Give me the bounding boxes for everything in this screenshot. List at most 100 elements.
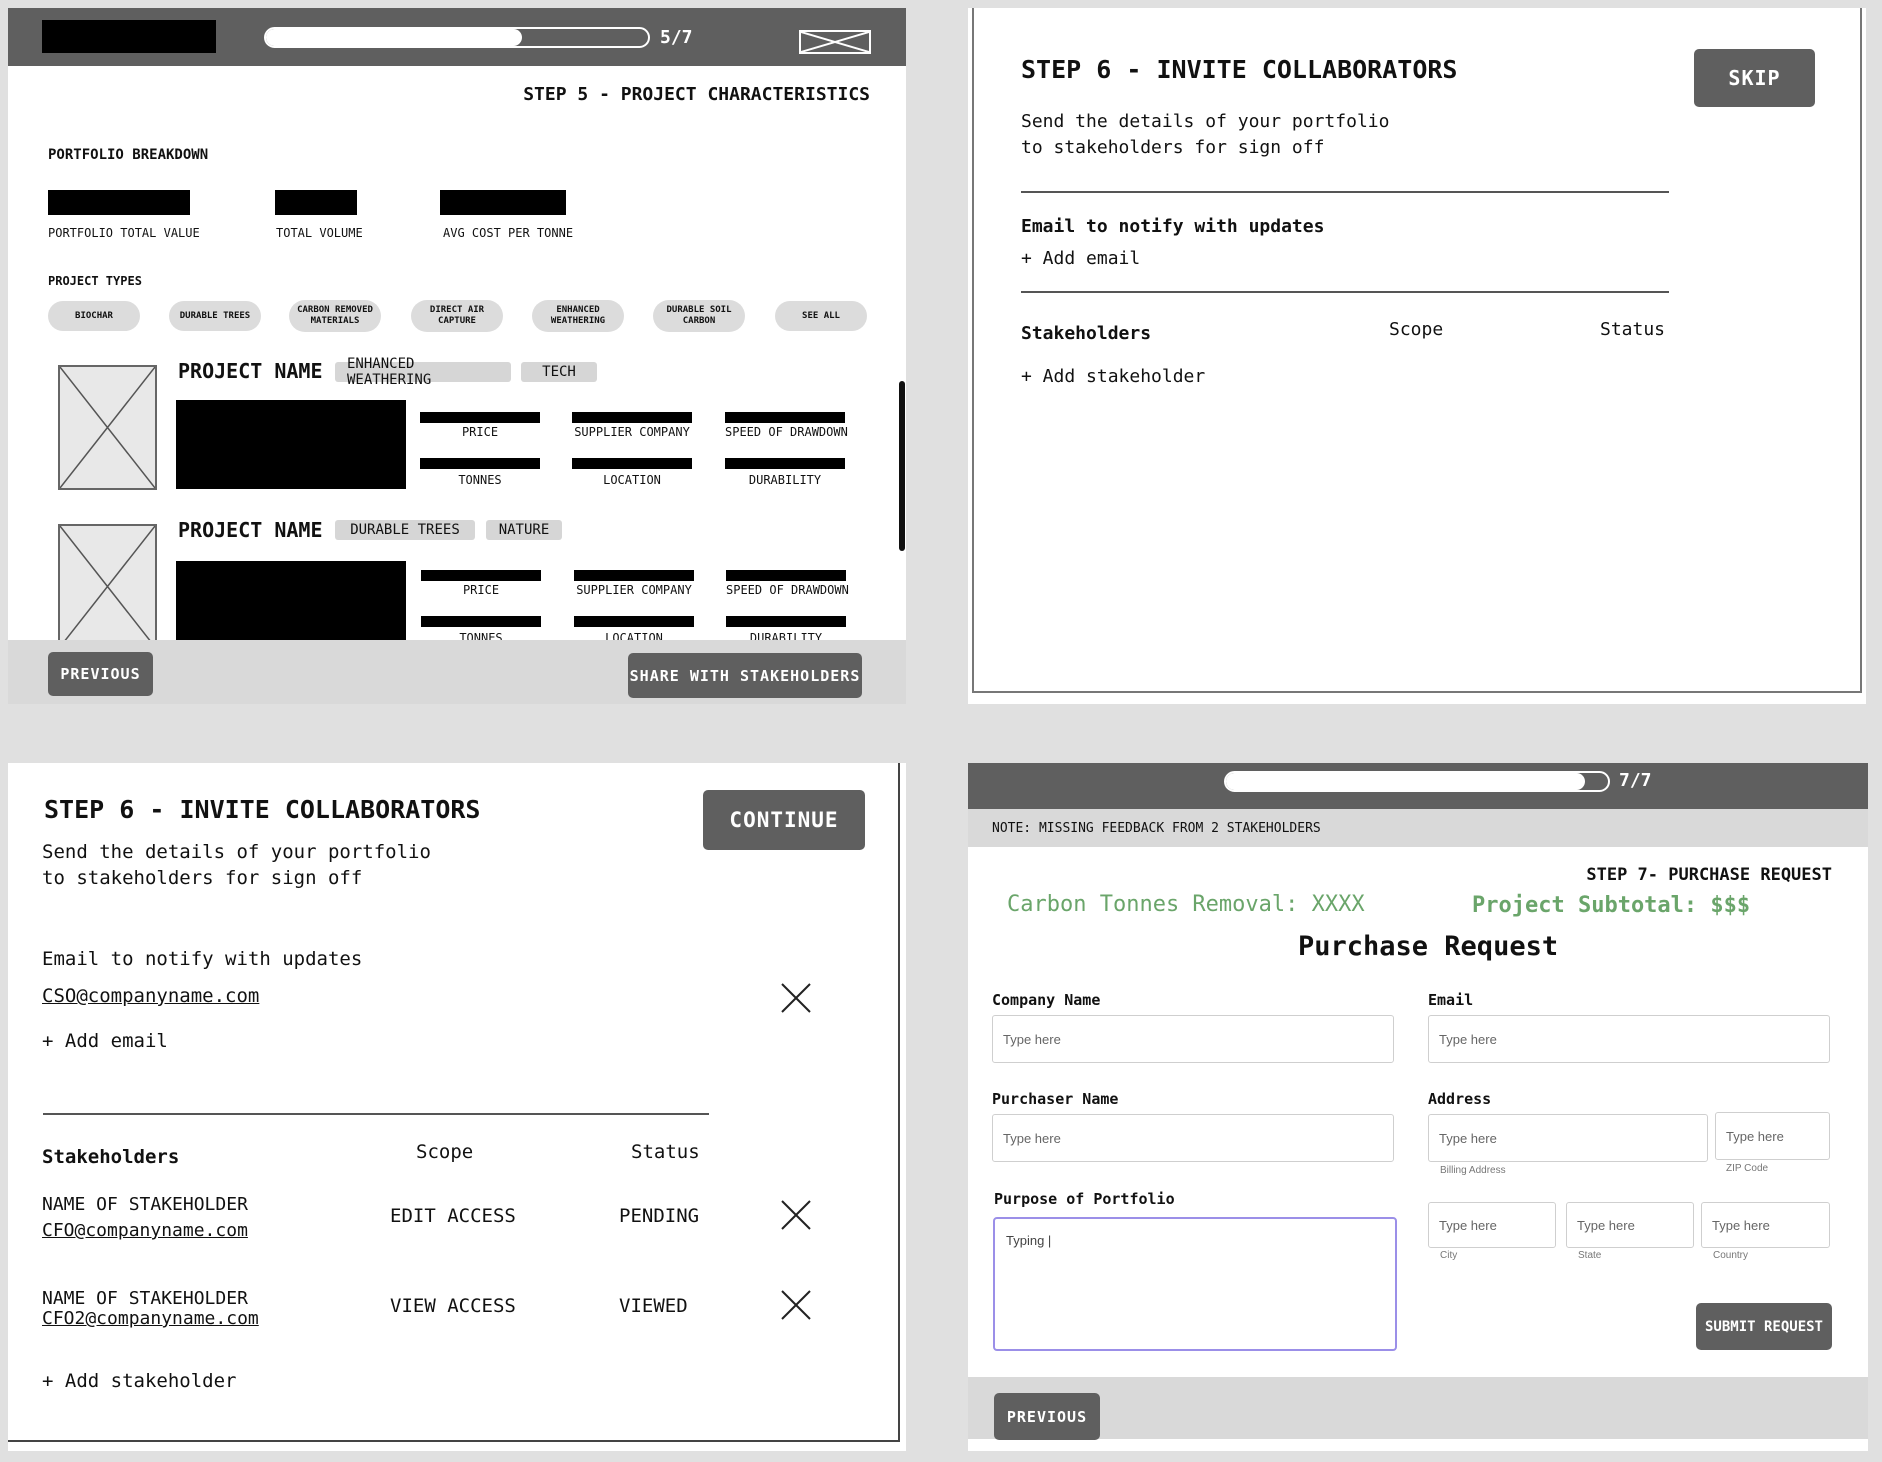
continue-button[interactable]: CONTINUE xyxy=(703,790,865,850)
attr-label-speed: SPEED OF DRAWDOWN xyxy=(725,425,848,439)
project-subtotal: Project Subtotal: $$$ xyxy=(1472,893,1751,918)
chip-see-all[interactable]: SEE ALL xyxy=(775,301,867,331)
chip-direct-air-capture[interactable]: DIRECT AIR CAPTURE xyxy=(411,300,503,332)
step6-description-line1: Send the details of your portfolio xyxy=(1021,111,1390,132)
attr-label-durability: DURABILITY xyxy=(748,473,822,487)
project-chart-placeholder xyxy=(176,561,406,650)
metric-value-bar xyxy=(48,190,190,215)
progress-fill xyxy=(1226,773,1586,790)
purpose-textarea[interactable]: Typing | xyxy=(993,1217,1397,1351)
missing-feedback-note: NOTE: MISSING FEEDBACK FROM 2 STAKEHOLDE… xyxy=(992,821,1321,836)
attr-bar xyxy=(726,570,846,581)
panel-border xyxy=(8,763,900,1442)
notify-email[interactable]: CSO@companyname.com xyxy=(42,985,259,1007)
progress-fill xyxy=(266,29,522,46)
step7-footer xyxy=(968,1377,1868,1439)
stakeholder-scope[interactable]: VIEW ACCESS xyxy=(390,1295,516,1317)
portfolio-breakdown-title: PORTFOLIO BREAKDOWN xyxy=(48,147,209,163)
project-tag: TECH xyxy=(521,362,597,382)
company-name-label: Company Name xyxy=(992,991,1101,1009)
add-email-link[interactable]: + Add email xyxy=(1021,248,1140,269)
chip-carbon-removed-materials[interactable]: CARBON REMOVED MATERIALS xyxy=(289,300,381,332)
attr-bar xyxy=(572,458,692,469)
zip-code-caption: ZIP Code xyxy=(1726,1163,1769,1174)
divider xyxy=(1021,291,1669,293)
remove-email-icon[interactable] xyxy=(780,982,812,1014)
country-input[interactable]: Type here xyxy=(1701,1202,1830,1248)
email-input[interactable]: Type here xyxy=(1428,1015,1830,1063)
submit-request-button[interactable]: SUBMIT REQUEST xyxy=(1696,1303,1832,1350)
scope-column-header: Scope xyxy=(1389,319,1444,340)
attr-label-supplier: SUPPLIER COMPANY xyxy=(576,583,692,597)
project-image-placeholder xyxy=(58,365,157,490)
step6-title: STEP 6 - INVITE COLLABORATORS xyxy=(1021,55,1458,84)
chip-durable-trees[interactable]: DURABLE TREES xyxy=(169,301,261,331)
purpose-label: Purpose of Portfolio xyxy=(994,1190,1175,1208)
previous-button[interactable]: PREVIOUS xyxy=(994,1393,1100,1440)
address-label: Address xyxy=(1428,1090,1492,1108)
attr-bar xyxy=(572,412,692,423)
step6-empty-panel: STEP 6 - INVITE COLLABORATORS SKIP Send … xyxy=(968,8,1866,704)
billing-address-input[interactable]: Type here xyxy=(1428,1114,1708,1162)
carbon-tonnes-removal: Carbon Tonnes Removal: XXXX xyxy=(1007,892,1365,917)
step5-title: STEP 5 - PROJECT CHARACTERISTICS xyxy=(523,84,870,105)
metric-label-total-volume: TOTAL VOLUME xyxy=(276,226,363,240)
project-name[interactable]: PROJECT NAME xyxy=(178,518,323,542)
add-stakeholder-link[interactable]: + Add stakeholder xyxy=(42,1370,236,1392)
metric-label-total-value: PORTFOLIO TOTAL VALUE xyxy=(48,226,200,240)
email-heading: Email to notify with updates xyxy=(42,948,363,970)
stakeholder-name: NAME OF STAKEHOLDER xyxy=(42,1194,248,1215)
logo-placeholder xyxy=(42,20,216,53)
project-name[interactable]: PROJECT NAME xyxy=(178,359,323,383)
remove-stakeholder-icon[interactable] xyxy=(780,1289,812,1321)
step6-filled-panel: STEP 6 - INVITE COLLABORATORS CONTINUE S… xyxy=(8,763,906,1451)
previous-button[interactable]: PREVIOUS xyxy=(48,652,153,696)
company-name-input[interactable]: Type here xyxy=(992,1015,1394,1063)
state-caption: State xyxy=(1578,1250,1602,1261)
email-label: Email xyxy=(1428,991,1474,1009)
step6-title: STEP 6 - INVITE COLLABORATORS xyxy=(44,795,481,824)
step6-description-line2: to stakeholders for sign off xyxy=(1021,137,1325,158)
step7-title: STEP 7- PURCHASE REQUEST xyxy=(1586,865,1832,885)
add-stakeholder-link[interactable]: + Add stakeholder xyxy=(1021,366,1205,387)
share-with-stakeholders-button[interactable]: SHARE WITH STAKEHOLDERS xyxy=(628,653,862,698)
chip-durable-soil-carbon[interactable]: DURABLE SOIL CARBON xyxy=(653,300,745,332)
attr-bar xyxy=(574,616,694,627)
step6-description-line2: to stakeholders for sign off xyxy=(42,867,363,889)
attr-bar xyxy=(421,616,541,627)
stakeholder-scope[interactable]: EDIT ACCESS xyxy=(390,1205,516,1227)
scope-column-header: Scope xyxy=(416,1141,474,1163)
skip-button[interactable]: SKIP xyxy=(1694,49,1815,107)
status-column-header: Status xyxy=(1600,319,1666,340)
remove-stakeholder-icon[interactable] xyxy=(780,1199,812,1231)
state-input[interactable]: Type here xyxy=(1566,1202,1694,1248)
attr-label-price: PRICE xyxy=(461,425,499,439)
chip-biochar[interactable]: BIOCHAR xyxy=(48,301,140,331)
scrollbar-thumb[interactable] xyxy=(899,381,905,551)
progress-bar xyxy=(1224,771,1610,792)
zip-code-input[interactable]: Type here xyxy=(1715,1112,1830,1160)
stakeholder-status: VIEWED xyxy=(619,1295,688,1317)
progress-count: 5/7 xyxy=(660,27,693,48)
stakeholders-column-header: Stakeholders xyxy=(42,1146,180,1168)
project-image-placeholder xyxy=(58,524,157,649)
attr-bar xyxy=(574,570,694,581)
add-email-link[interactable]: + Add email xyxy=(42,1030,168,1052)
stakeholder-status: PENDING xyxy=(619,1205,700,1227)
city-input[interactable]: Type here xyxy=(1428,1202,1556,1248)
purchase-request-title: Purchase Request xyxy=(1298,931,1559,962)
chip-enhanced-weathering[interactable]: ENHANCED WEATHERING xyxy=(532,300,624,332)
email-heading: Email to notify with updates xyxy=(1021,216,1325,237)
stakeholder-email[interactable]: CFO2@companyname.com xyxy=(42,1308,259,1329)
attr-label-tonnes: TONNES xyxy=(458,473,502,487)
attr-bar xyxy=(420,458,540,469)
project-tag: NATURE xyxy=(486,520,562,540)
attr-label-location: LOCATION xyxy=(603,473,661,487)
close-icon[interactable] xyxy=(799,30,871,54)
attr-label-price: PRICE xyxy=(462,583,500,597)
purchaser-name-input[interactable]: Type here xyxy=(992,1114,1394,1162)
stakeholder-email[interactable]: CFO@companyname.com xyxy=(42,1220,248,1241)
attr-bar xyxy=(725,412,845,423)
stakeholder-name: NAME OF STAKEHOLDER xyxy=(42,1288,248,1309)
divider xyxy=(1021,191,1669,193)
